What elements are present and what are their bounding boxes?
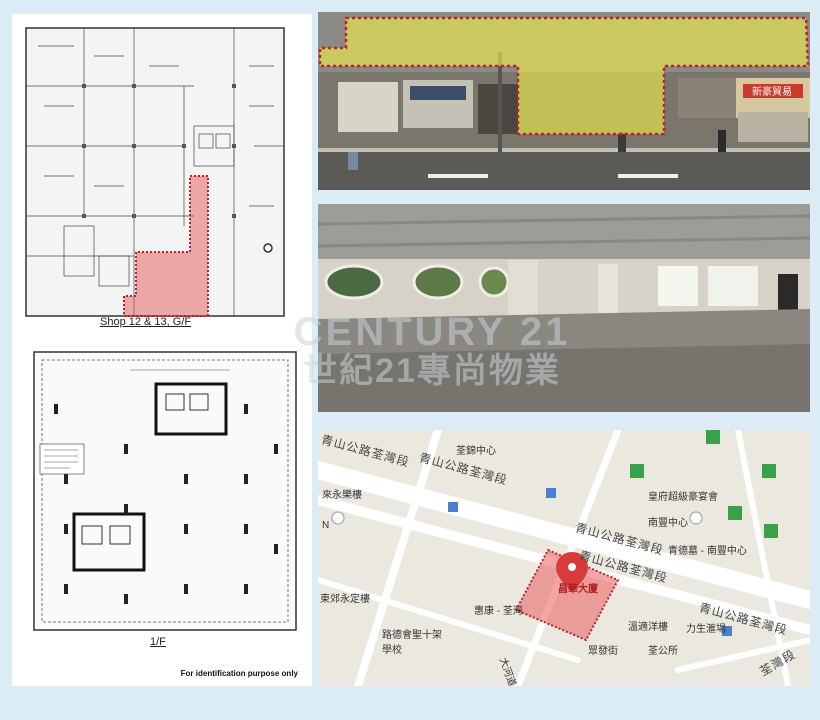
map-label-ping-fat: 眾發街 (588, 646, 618, 657)
ground-floor-caption: Shop 12 & 13, G/F (100, 316, 192, 328)
floor-plan-panel: Shop 12 & 13, G/F 1/F For identification… (12, 14, 312, 686)
map-label-target: 昌華大廈 (558, 584, 598, 595)
street-photo: 新豪貿易 (318, 12, 810, 190)
map-label-nanfung-sub: 青德墓 - 南豐中心 (668, 546, 747, 557)
map-label-tsuen-kung: 荃公所 (648, 646, 678, 657)
location-map[interactable]: 青山公路荃灣段 青山公路荃灣段 青山公路荃灣段 青山公路荃灣段 青山公路荃灣段 … (318, 430, 810, 686)
map-label-tsuen-wan-centre: 荃錦中心 (456, 446, 496, 457)
map-label-school: 路德會聖十架學校 (382, 630, 442, 656)
ground-floor-plan (25, 27, 285, 317)
first-floor-plan (33, 351, 297, 631)
map-label-restaurant: 皇府超級豪宴會 (648, 492, 718, 503)
map-label-laiyuen: 溫適洋樓 (628, 622, 668, 633)
street-sign: 新豪貿易 (752, 85, 792, 98)
map-label-kwok-wing: 東郊永定樓 (320, 594, 370, 605)
map-label-nanfung-centre: 南豐中心 (648, 518, 688, 529)
first-floor-caption: 1/F (150, 636, 166, 648)
map-label-huituan: 惠康 - 荃灣 (474, 606, 523, 617)
map-label-wing-tak: 來永樂樓 (322, 490, 362, 501)
map-label-n: N (322, 520, 330, 531)
identification-note: For identification purpose only (180, 669, 298, 678)
map-label-lixing: 力生滙場 (686, 624, 726, 635)
interior-photo (318, 204, 810, 412)
